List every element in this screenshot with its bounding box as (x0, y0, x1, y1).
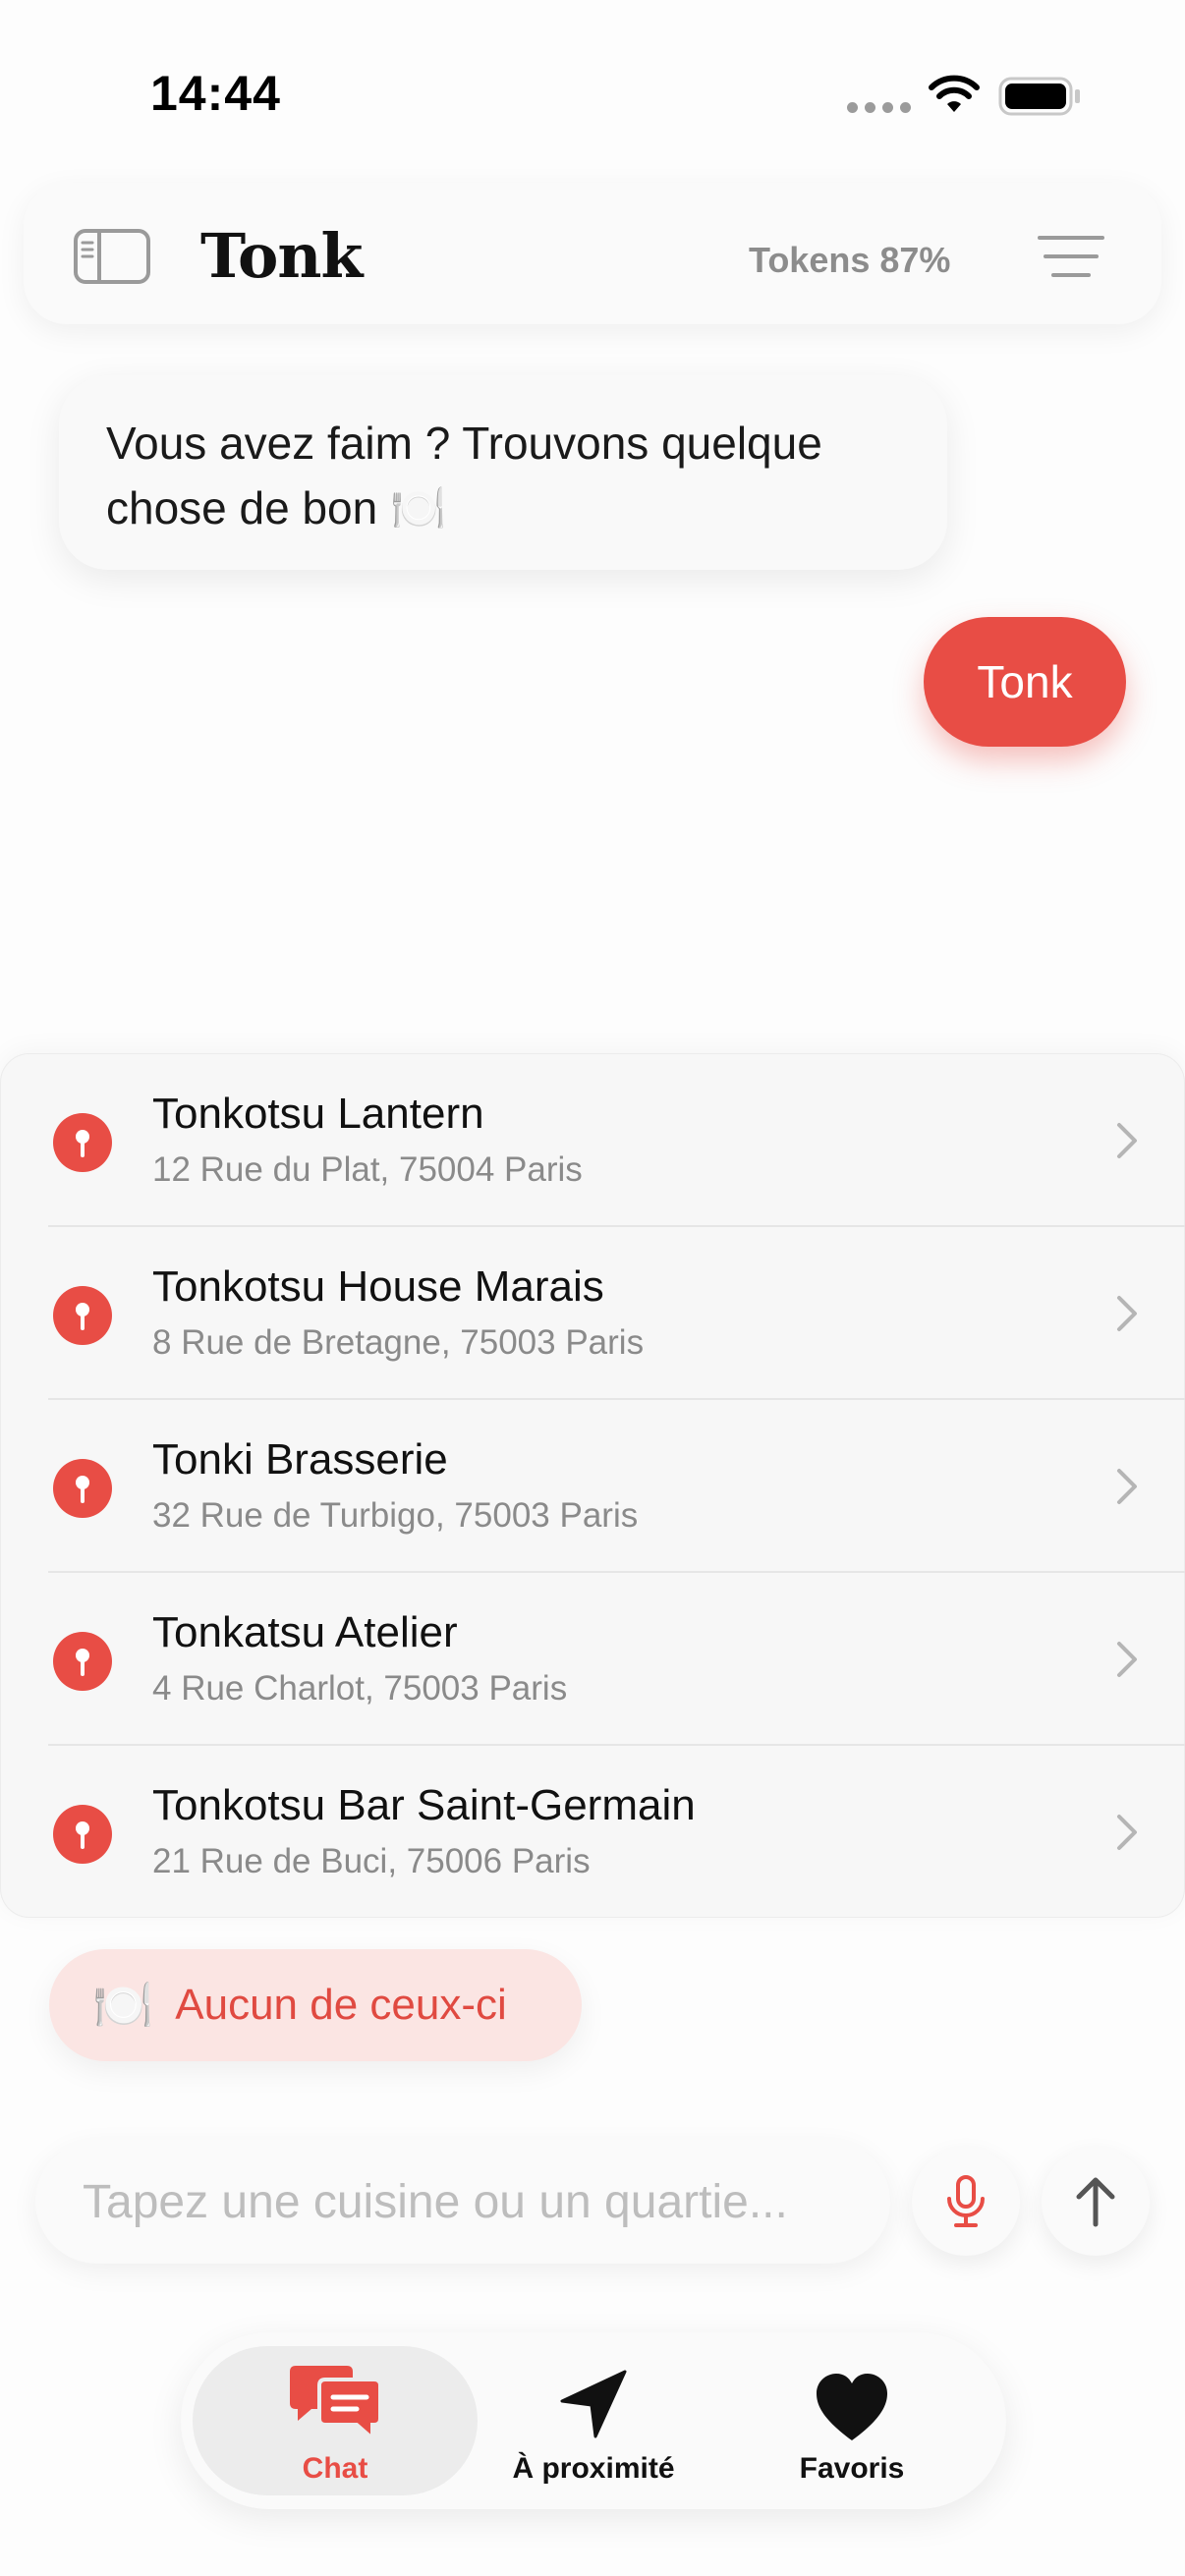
chevron-right-icon (1117, 1815, 1137, 1850)
voice-input-button[interactable] (912, 2148, 1020, 2256)
wifi-icon (929, 75, 980, 112)
plate-icon: 🍽️ (92, 1977, 154, 2033)
restaurant-result-row[interactable]: Tonkotsu Bar Saint-Germain 21 Rue de Buc… (1, 1746, 1185, 1919)
restaurant-address: 4 Rue Charlot, 75003 Paris (152, 1669, 568, 1708)
none-of-these-label: Aucun de ceux-ci (175, 1981, 507, 2029)
map-pin-icon (53, 1459, 112, 1518)
restaurant-name: Tonkotsu House Marais (152, 1262, 604, 1311)
chevron-right-icon (1117, 1296, 1137, 1331)
heart-icon (817, 2374, 887, 2440)
tab-favorites[interactable]: Favoris (709, 2346, 994, 2495)
microphone-icon (947, 2175, 985, 2227)
sidebar-toggle-icon[interactable] (73, 228, 151, 285)
restaurant-result-row[interactable]: Tonki Brasserie 32 Rue de Turbigo, 75003… (1, 1400, 1185, 1573)
restaurant-address: 12 Rue du Plat, 75004 Paris (152, 1150, 583, 1189)
arrow-up-icon (1076, 2177, 1115, 2227)
map-pin-icon (53, 1632, 112, 1691)
chat-bubbles-icon (290, 2366, 382, 2443)
assistant-message-line: Vous avez faim ? Trouvons quelque (106, 418, 822, 469)
restaurant-name: Tonkatsu Atelier (152, 1608, 458, 1656)
send-button[interactable] (1042, 2148, 1150, 2256)
tab-chat[interactable]: Chat (193, 2346, 478, 2495)
user-message: Tonk (924, 617, 1126, 747)
assistant-message: Vous avez faim ? Trouvons quelque chose … (59, 375, 947, 570)
restaurant-name: Tonkotsu Bar Saint-Germain (152, 1781, 696, 1829)
none-of-these-button[interactable]: 🍽️ Aucun de ceux-ci (49, 1949, 582, 2061)
tab-label: À proximité (512, 2452, 675, 2485)
map-pin-icon (53, 1805, 112, 1864)
chevron-right-icon (1117, 1123, 1137, 1158)
status-time: 14:44 (150, 66, 281, 121)
filter-menu-icon[interactable] (1038, 234, 1104, 279)
restaurant-result-row[interactable]: Tonkotsu House Marais 8 Rue de Bretagne,… (1, 1227, 1185, 1400)
tab-label: Chat (302, 2452, 368, 2485)
chevron-right-icon (1117, 1469, 1137, 1504)
assistant-message-line: chose de bon 🍽️ (106, 482, 447, 533)
restaurant-result-row[interactable]: Tonkotsu Lantern 12 Rue du Plat, 75004 P… (1, 1054, 1185, 1227)
app-header: Tonk Tokens 87% (24, 183, 1161, 324)
tab-label: Favoris (799, 2452, 905, 2485)
message-input[interactable] (35, 2140, 890, 2264)
restaurant-address: 8 Rue de Bretagne, 75003 Paris (152, 1323, 645, 1362)
restaurant-address: 32 Rue de Turbigo, 75003 Paris (152, 1496, 639, 1535)
restaurant-name: Tonki Brasserie (152, 1435, 448, 1484)
battery-icon (998, 77, 1080, 116)
tokens-indicator: Tokens 87% (749, 240, 951, 280)
tab-nearby[interactable]: À proximité (451, 2346, 736, 2495)
restaurant-result-row[interactable]: Tonkatsu Atelier 4 Rue Charlot, 75003 Pa… (1, 1573, 1185, 1746)
restaurant-name: Tonkotsu Lantern (152, 1090, 484, 1138)
chevron-right-icon (1117, 1642, 1137, 1677)
restaurant-address: 21 Rue de Buci, 75006 Paris (152, 1842, 591, 1880)
restaurant-results-list: Tonkotsu Lantern 12 Rue du Plat, 75004 P… (0, 1053, 1185, 1918)
app-title: Tonk (200, 220, 363, 292)
bottom-tab-bar: Chat À proximité Favoris (181, 2332, 1006, 2509)
location-arrow-icon (560, 2370, 627, 2438)
map-pin-icon (53, 1113, 112, 1172)
map-pin-icon (53, 1286, 112, 1345)
status-bar: 14:44 (0, 0, 1185, 128)
cellular-signal-icon (847, 102, 911, 113)
